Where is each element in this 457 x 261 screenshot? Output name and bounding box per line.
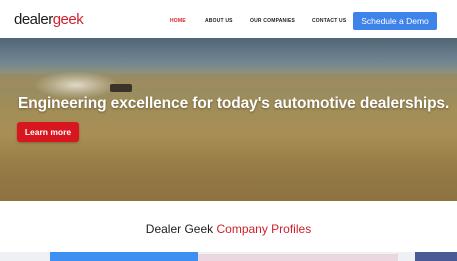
hero-headline: Engineering excellence for today's autom… [18, 95, 450, 112]
hero-vehicle [110, 84, 132, 92]
site-header: dealergeek HOME ABOUT US OUR COMPANIES C… [0, 0, 457, 38]
section-heading-dark: Dealer Geek [145, 222, 217, 236]
learn-more-button[interactable]: Learn more [17, 122, 79, 142]
logo-text-dealer: dealer [14, 11, 53, 28]
logo-text-geek: geek [52, 11, 84, 28]
nav-our-companies[interactable]: OUR COMPANIES [250, 0, 295, 38]
section-heading-red: Company Profiles [216, 222, 312, 236]
dealer-geek-logo[interactable]: dealergeek [14, 11, 84, 29]
profile-card-pink[interactable] [198, 254, 398, 261]
profile-card-navy[interactable] [415, 252, 457, 261]
schedule-demo-button[interactable]: Schedule a Demo [353, 12, 437, 30]
nav-about-us[interactable]: ABOUT US [205, 0, 233, 38]
nav-home[interactable]: HOME [170, 0, 186, 38]
hero-banner: Engineering excellence for today's autom… [0, 38, 457, 201]
nav-contact-us[interactable]: CONTACT US [312, 0, 346, 38]
profile-card-blue[interactable] [50, 252, 198, 261]
section-heading: Dealer Geek Company Profiles [0, 222, 457, 236]
